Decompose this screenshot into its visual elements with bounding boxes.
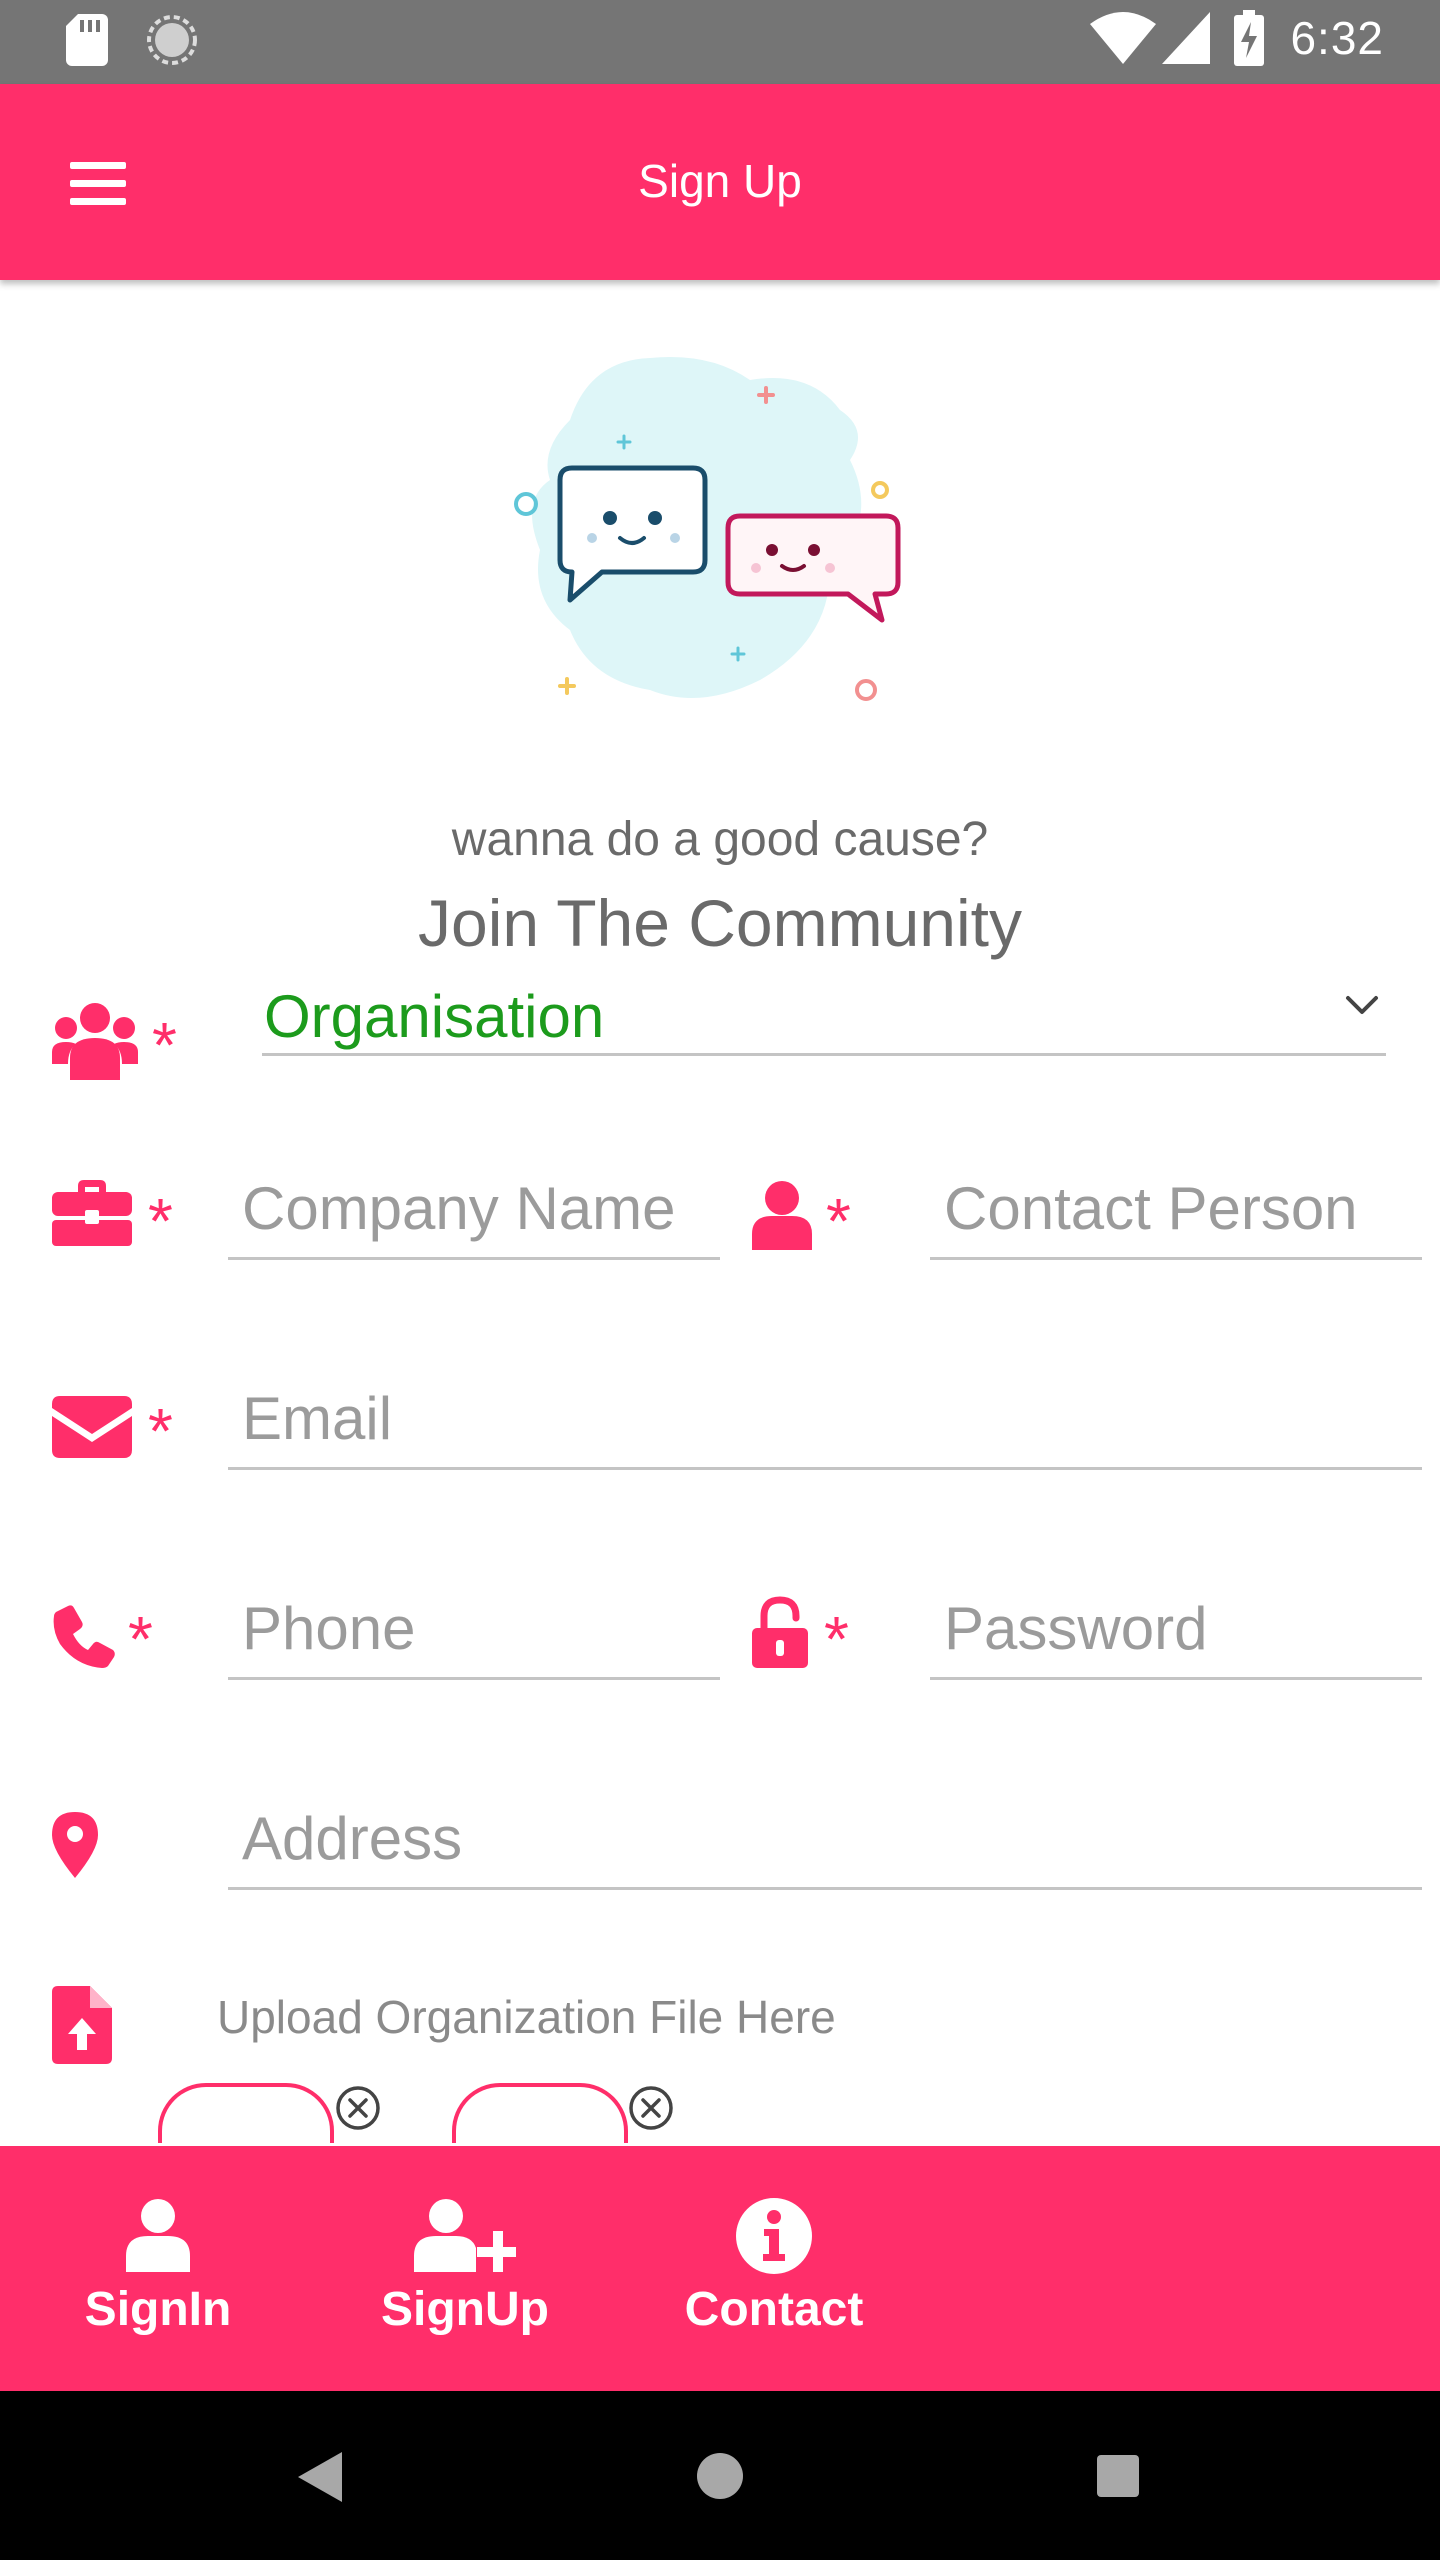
required-asterisk: * (128, 1603, 153, 1675)
nav-label-contact: Contact (684, 2283, 864, 2336)
users-group-icon (52, 1003, 138, 1080)
battery-charging-icon (1234, 10, 1265, 66)
remove-file-icon[interactable] (627, 2084, 675, 2132)
unlock-icon (752, 1596, 808, 1668)
remove-file-icon[interactable] (334, 2084, 382, 2132)
contact-person-input[interactable] (930, 1160, 1422, 1260)
nav-item-signin[interactable]: SignIn (43, 2146, 273, 2391)
required-asterisk: * (824, 1603, 849, 1675)
status-right-icons: 6:32 (1090, 10, 1384, 66)
required-asterisk: * (148, 1395, 173, 1467)
headline: Join The Community (417, 886, 1023, 960)
password-input[interactable] (930, 1580, 1422, 1680)
back-icon[interactable] (298, 2452, 342, 2502)
wifi-icon (1090, 12, 1157, 64)
file-slot[interactable] (158, 2083, 334, 2143)
phone-input[interactable] (228, 1580, 720, 1680)
home-icon[interactable] (697, 2453, 743, 2499)
file-upload-icon[interactable] (52, 1986, 112, 2064)
nav-label-signin: SignIn (84, 2283, 232, 2336)
phone-icon (53, 1605, 115, 1668)
address-input[interactable] (228, 1790, 1422, 1890)
chevron-down-icon (1346, 996, 1378, 1014)
account-type-select[interactable]: Organisation (262, 960, 1386, 1056)
user-icon (752, 1181, 812, 1250)
status-bar: 6:32 (0, 0, 1440, 84)
subtitle: wanna do a good cause? (451, 813, 989, 866)
nav-item-signup[interactable]: SignUp (350, 2146, 580, 2391)
page-title: Sign Up (638, 155, 802, 207)
app-bar: Sign Up (0, 84, 1440, 280)
required-asterisk: * (826, 1185, 851, 1257)
nav-item-contact[interactable]: Contact (659, 2146, 889, 2391)
upload-label: Upload Organization File Here (217, 1991, 836, 2043)
sync-icon (147, 15, 197, 65)
required-asterisk: * (148, 1185, 173, 1257)
user-plus-icon (414, 2199, 516, 2272)
file-slot[interactable] (452, 2083, 628, 2143)
briefcase-icon (52, 1180, 132, 1246)
email-input[interactable] (228, 1370, 1422, 1470)
recents-icon[interactable] (1097, 2455, 1139, 2497)
nav-label-signup: SignUp (381, 2283, 549, 2336)
info-circle-icon (736, 2198, 812, 2274)
system-navigation-bar (0, 2391, 1440, 2560)
bottom-nav: SignIn SignUp Contact (0, 2146, 1440, 2391)
status-left-icons (66, 14, 198, 66)
cell-signal-icon (1162, 12, 1211, 64)
account-type-value: Organisation (264, 983, 605, 1050)
user-icon (126, 2199, 190, 2272)
company-name-input[interactable] (228, 1160, 720, 1260)
required-asterisk: * (152, 1009, 177, 1081)
envelope-icon (52, 1396, 132, 1458)
status-time: 6:32 (1290, 12, 1384, 64)
chat-bubbles-illustration (514, 356, 901, 701)
map-pin-icon (52, 1812, 98, 1878)
sd-card-icon (66, 14, 108, 66)
